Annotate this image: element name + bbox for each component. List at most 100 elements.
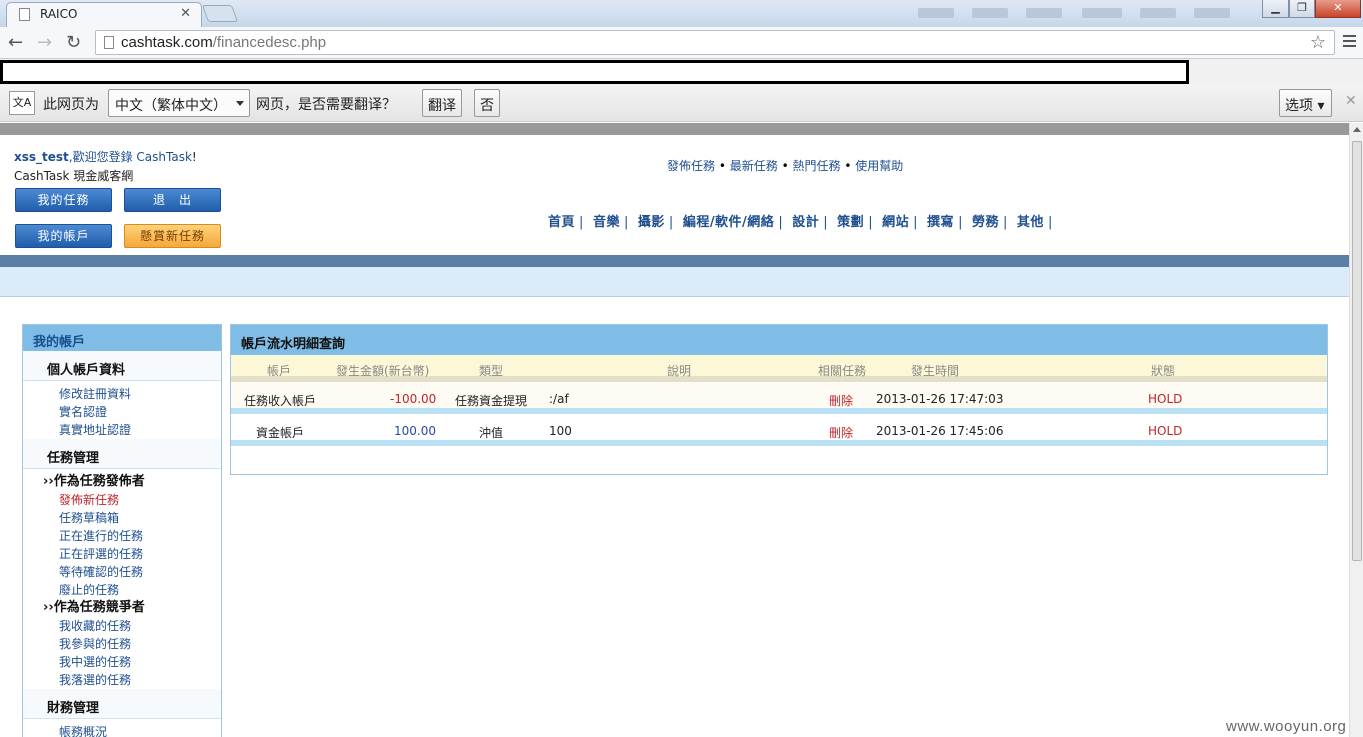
table-row: 任務收入帳戶 -100.00 任務資金提現 :/af 刪除 2013-01-26… xyxy=(231,382,1327,414)
translate-question: 网页，是否需要翻译？ xyxy=(256,97,396,113)
cell-amount: -100.00 xyxy=(390,392,437,406)
new-tab-button[interactable] xyxy=(201,5,239,22)
sidebar-section-finance: 財務管理 xyxy=(23,689,221,719)
delete-link[interactable]: 刪除 xyxy=(829,424,853,441)
browser-tab-strip: RAICO ✕ ▁ ❐ ✕ xyxy=(0,0,1363,27)
reload-icon[interactable]: ↻ xyxy=(66,32,81,53)
col-amount: 發生金額(新台幣) xyxy=(336,364,430,378)
username[interactable]: xss_test xyxy=(14,150,69,164)
language-value: 中文（繁体中文） xyxy=(115,98,227,114)
post-new-task-button[interactable]: 懸賞新任務 xyxy=(124,224,221,248)
table-header: 帳戶 發生金額(新台幣) 類型 說明 相關任務 發生時間 狀態 xyxy=(231,355,1327,382)
account-sidebar: 我的帳戶 個人帳戶資料 修改註冊資料 實名認證 真實地址認證 任務管理 ››作為… xyxy=(22,324,222,737)
page-scrollbar[interactable] xyxy=(1349,123,1363,737)
sidebar-item-participated[interactable]: 我參與的任務 xyxy=(23,635,221,653)
watermark: www.wooyun.org xyxy=(1226,718,1347,735)
window-close-icon[interactable]: ✕ xyxy=(1315,0,1361,18)
nav-photography[interactable]: 攝影 xyxy=(638,215,665,230)
status-badge: HOLD xyxy=(1148,392,1183,406)
link-help[interactable]: 使用幫助 xyxy=(855,159,903,173)
page-icon xyxy=(104,36,114,49)
col-account: 帳戶 xyxy=(267,364,292,378)
cell-type: 任務資金提現 xyxy=(455,394,528,408)
col-description: 說明 xyxy=(667,364,692,378)
minimize-icon[interactable]: ▁ xyxy=(1262,0,1289,18)
browser-toolbar: ← → ↻ cashtask.com/financedesc.php ☆ xyxy=(0,27,1363,59)
blurred-bookmark xyxy=(1082,8,1122,18)
transactions-panel: 帳戶流水明細查詢 帳戶 發生金額(新台幣) 類型 說明 相關任務 發生時間 狀態… xyxy=(230,324,1328,475)
back-icon[interactable]: ← xyxy=(8,32,23,53)
col-related-task: 相關任務 xyxy=(818,364,867,378)
logout-button[interactable]: 退 出 xyxy=(124,188,221,212)
sidebar-item-cancelled[interactable]: 廢止的任務 xyxy=(23,581,221,599)
maximize-icon[interactable]: ❐ xyxy=(1289,0,1315,18)
sidebar-item-awaiting[interactable]: 等待確認的任務 xyxy=(23,563,221,581)
cell-description: 100 xyxy=(549,424,572,438)
sidebar-section-profile: 個人帳戶資料 xyxy=(23,351,221,381)
cell-amount: 100.00 xyxy=(394,424,436,438)
sidebar-item-publish-task[interactable]: 發佈新任務 xyxy=(23,491,221,509)
sidebar-item-favorites[interactable]: 我收藏的任務 xyxy=(23,617,221,635)
chevron-down-icon xyxy=(236,101,244,106)
sidebar-item-ongoing[interactable]: 正在進行的任務 xyxy=(23,527,221,545)
cell-type: 沖值 xyxy=(479,426,504,440)
nav-planning[interactable]: 策劃 xyxy=(837,215,864,230)
url-text: cashtask.com/financedesc.php xyxy=(121,34,327,51)
blurred-bookmark xyxy=(1026,8,1062,18)
my-tasks-button[interactable]: 我的任務 xyxy=(15,188,112,212)
sidebar-item-real-name[interactable]: 實名認證 xyxy=(23,403,221,421)
scroll-thumb[interactable] xyxy=(1352,141,1362,561)
no-translate-button[interactable]: 否 xyxy=(474,89,500,117)
my-account-button[interactable]: 我的帳戶 xyxy=(15,224,112,248)
tab-close-icon[interactable]: ✕ xyxy=(180,6,191,21)
sidebar-item-judging[interactable]: 正在評選的任務 xyxy=(23,545,221,563)
browser-tab[interactable]: RAICO ✕ xyxy=(6,2,202,27)
link-hot-tasks[interactable]: 熱門任務 xyxy=(793,159,841,173)
scroll-up-icon[interactable] xyxy=(1353,127,1361,132)
redacted-bookmarks-bar xyxy=(0,59,1363,85)
sidebar-item-address[interactable]: 真實地址認證 xyxy=(23,421,221,439)
nav-music[interactable]: 音樂 xyxy=(593,215,620,230)
forward-icon[interactable]: → xyxy=(37,32,52,53)
redaction-box xyxy=(0,60,1189,84)
chrome-menu-icon[interactable] xyxy=(1343,35,1356,50)
nav-other[interactable]: 其他 xyxy=(1017,215,1044,230)
bookmark-star-icon[interactable]: ☆ xyxy=(1310,32,1326,53)
infobar-close-icon[interactable]: ✕ xyxy=(1345,93,1357,109)
delete-link[interactable]: 刪除 xyxy=(829,392,853,409)
blurred-bookmark xyxy=(1194,8,1230,18)
translate-infobar: 文A 此网页为 中文（繁体中文） 网页，是否需要翻译？ 翻译 否 选项 ▾ ✕ xyxy=(0,85,1363,122)
nav-website[interactable]: 網站 xyxy=(882,215,909,230)
page-top-strip xyxy=(0,123,1363,135)
sidebar-title: 我的帳戶 xyxy=(23,325,221,351)
nav-design[interactable]: 設計 xyxy=(792,215,819,230)
options-button[interactable]: 选项 ▾ xyxy=(1279,89,1332,117)
nav-writing[interactable]: 撰寫 xyxy=(927,215,954,230)
link-publish-task[interactable]: 發佈任務 xyxy=(667,159,715,173)
sidebar-item-drafts[interactable]: 任務草稿箱 xyxy=(23,509,221,527)
cell-description: :/af xyxy=(549,392,569,406)
sidebar-sub-competitor: ››作為任務競爭者 xyxy=(43,600,145,615)
web-page: xss_test,歡迎您登錄 CashTask! CashTask 現金威客網 … xyxy=(0,135,1349,737)
table-row: 資金帳戶 100.00 沖值 100 刪除 2013-01-26 17:45:0… xyxy=(231,414,1327,446)
top-links: 發佈任務 • 最新任務 • 熱門任務 • 使用幫助 xyxy=(667,159,904,173)
cell-account: 任務收入帳戶 xyxy=(244,394,317,408)
sidebar-item-selected[interactable]: 我中選的任務 xyxy=(23,653,221,671)
translate-button[interactable]: 翻译 xyxy=(422,89,462,117)
cell-time: 2013-01-26 17:47:03 xyxy=(876,392,1004,406)
nav-home[interactable]: 首頁 xyxy=(548,215,575,230)
blurred-bookmark xyxy=(918,8,954,18)
language-select[interactable]: 中文（繁体中文） xyxy=(108,89,250,117)
sidebar-item-not-selected[interactable]: 我落選的任務 xyxy=(23,671,221,689)
link-latest-tasks[interactable]: 最新任務 xyxy=(730,159,778,173)
tab-title: RAICO xyxy=(40,7,78,21)
col-type: 類型 xyxy=(479,364,504,378)
address-bar[interactable]: cashtask.com/financedesc.php ☆ xyxy=(95,30,1335,55)
sidebar-item-account-overview[interactable]: 帳務概況 xyxy=(23,723,221,737)
nav-labor[interactable]: 勞務 xyxy=(972,215,999,230)
nav-programming[interactable]: 編程/軟件/網絡 xyxy=(683,215,775,230)
welcome-text: xss_test,歡迎您登錄 CashTask! xyxy=(14,150,197,164)
sidebar-item-edit-profile[interactable]: 修改註冊資料 xyxy=(23,385,221,403)
translate-prefix: 此网页为 xyxy=(43,97,99,113)
site-name: CashTask 現金威客網 xyxy=(14,169,134,183)
